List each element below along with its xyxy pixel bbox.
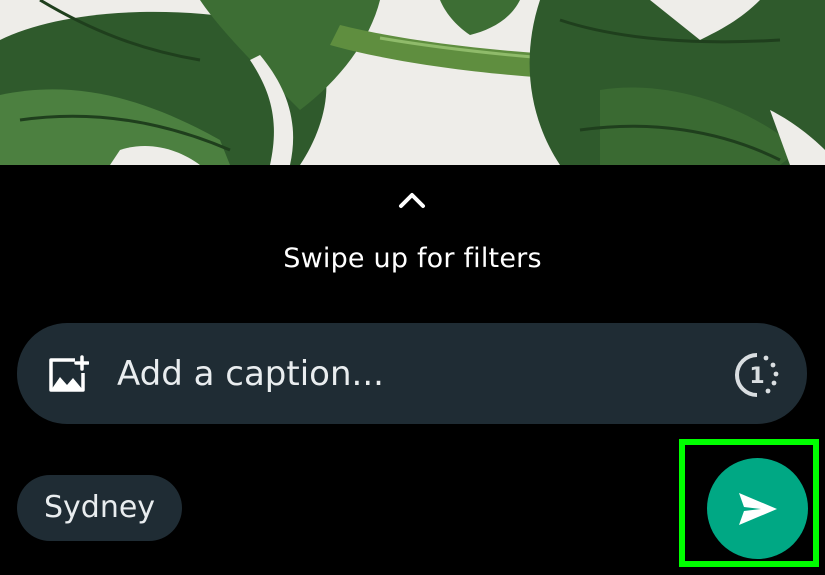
media-preview-screen: Swipe up for filters 1 Sydney: [0, 0, 825, 575]
send-icon: [737, 490, 779, 528]
monstera-leaf-photo: [0, 0, 825, 165]
filters-hint: Swipe up for filters: [283, 243, 542, 274]
filters-swipe-area[interactable]: Swipe up for filters: [0, 165, 825, 305]
caption-input[interactable]: [117, 347, 697, 401]
view-once-value: 1: [749, 364, 764, 389]
add-image-icon[interactable]: [47, 355, 90, 393]
chevron-up-icon[interactable]: [397, 187, 427, 211]
location-chip[interactable]: Sydney: [17, 475, 183, 541]
send-button[interactable]: [707, 458, 808, 559]
view-once-icon[interactable]: 1: [733, 351, 781, 399]
caption-bar: 1: [17, 323, 807, 424]
